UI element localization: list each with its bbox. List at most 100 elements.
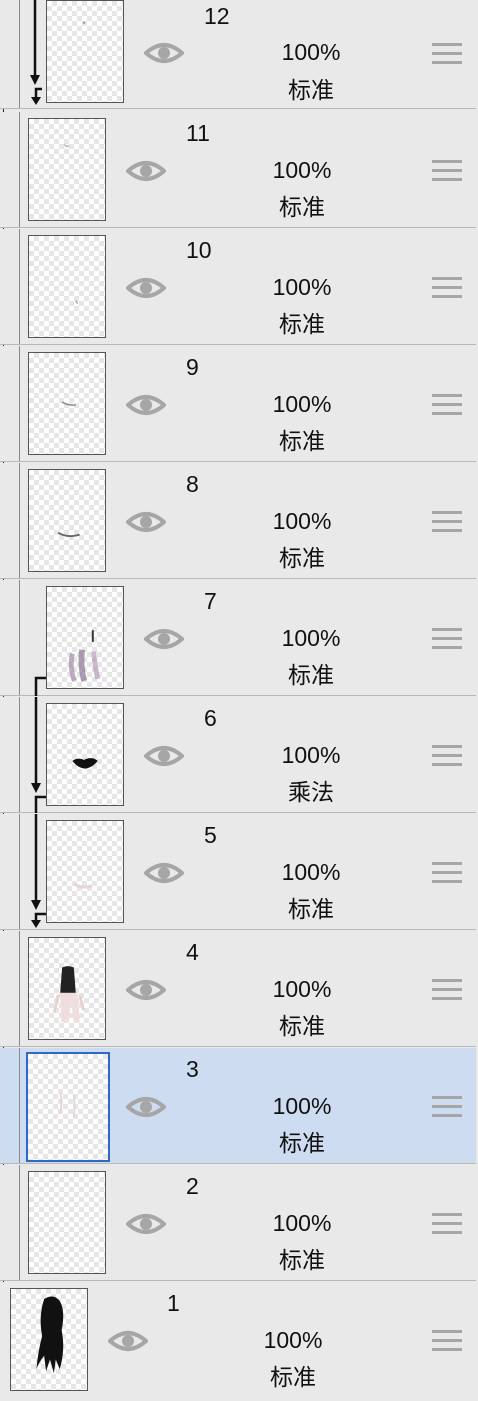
layer-thumbnail[interactable] [46, 703, 124, 806]
layer-thumbnail[interactable] [10, 1288, 88, 1391]
group-indent-line [19, 1165, 20, 1280]
drag-handle-icon[interactable] [432, 160, 462, 184]
eye-icon[interactable] [144, 743, 184, 769]
layer-opacity: 100% [272, 1093, 332, 1119]
eye-icon[interactable] [126, 1094, 166, 1120]
clipping-arrow-icon [31, 697, 46, 813]
layer-thumbnail[interactable] [46, 820, 124, 923]
layer-thumbnail[interactable] [28, 118, 106, 221]
layer-thumbnail[interactable] [28, 937, 106, 1040]
layer-blend-mode[interactable]: 标准 [247, 311, 357, 337]
layer-name: 7 [204, 588, 217, 614]
layer-name: 8 [186, 471, 199, 497]
drag-handle-icon[interactable] [432, 1330, 462, 1354]
layer-thumbnail[interactable] [26, 1052, 110, 1162]
layer-row-11[interactable]: 11 100% 标准 [0, 112, 476, 228]
eye-icon[interactable] [126, 509, 166, 535]
group-indent-line [19, 463, 20, 578]
drag-handle-icon[interactable] [432, 511, 462, 535]
layer-opacity: 100% [281, 39, 341, 65]
layer-blend-mode[interactable]: 标准 [247, 194, 357, 220]
layer-blend-mode[interactable]: 标准 [247, 1247, 357, 1273]
layer-thumbnail[interactable] [46, 0, 124, 103]
layer-row-3[interactable]: 3 100% 标准 [0, 1048, 476, 1164]
layer-blend-mode[interactable]: 标准 [256, 77, 366, 103]
layer-blend-mode[interactable]: 标准 [256, 896, 366, 922]
layer-name: 5 [204, 822, 217, 848]
group-indent-line [19, 229, 20, 344]
group-indent-line [19, 0, 20, 108]
eye-icon[interactable] [108, 1328, 148, 1354]
drag-handle-icon[interactable] [432, 1213, 462, 1237]
layer-opacity: 100% [281, 742, 341, 768]
eye-icon[interactable] [144, 626, 184, 652]
group-indent-line [19, 1048, 20, 1163]
layer-name: 4 [186, 939, 199, 965]
drag-handle-icon[interactable] [432, 394, 462, 418]
layer-opacity: 100% [272, 274, 332, 300]
drag-handle-icon[interactable] [432, 1096, 462, 1120]
layer-opacity: 100% [281, 625, 341, 651]
layer-blend-mode[interactable]: 标准 [247, 545, 357, 571]
eye-icon[interactable] [126, 977, 166, 1003]
eye-icon[interactable] [144, 860, 184, 886]
clipping-arrow-icon [31, 814, 46, 928]
clipping-arrow-icon [30, 0, 42, 105]
group-indent-line [19, 112, 20, 227]
layer-row-4[interactable]: 4 100% 标准 [0, 931, 476, 1047]
layer-thumbnail[interactable] [28, 352, 106, 455]
layer-thumbnail[interactable] [46, 586, 124, 689]
layer-name: 11 [186, 120, 210, 146]
layer-row-6[interactable]: 6 100% 乘法 [0, 697, 476, 813]
layer-row-8[interactable]: 8 100% 标准 [0, 463, 476, 579]
group-indent-line [19, 814, 20, 929]
layer-row-1[interactable]: 1 100% 标准 [0, 1282, 476, 1401]
layer-row-5[interactable]: 5 100% 标准 [0, 814, 476, 930]
layer-blend-mode[interactable]: 标准 [247, 1130, 357, 1156]
eye-icon[interactable] [144, 40, 184, 66]
group-indent-line [19, 580, 20, 695]
clipping-arrow-icon [34, 676, 46, 696]
layer-row-2[interactable]: 2 100% 标准 [0, 1165, 476, 1281]
layer-row-9[interactable]: 9 100% 标准 [0, 346, 476, 462]
layer-name: 2 [186, 1173, 199, 1199]
group-indent-line [19, 931, 20, 1046]
layer-thumbnail[interactable] [28, 469, 106, 572]
drag-handle-icon[interactable] [432, 862, 462, 886]
group-indent-line [19, 346, 20, 461]
layer-row-10[interactable]: 10 100% 标准 [0, 229, 476, 345]
layer-opacity: 100% [272, 1210, 332, 1236]
layer-blend-mode[interactable]: 标准 [247, 1013, 357, 1039]
layer-opacity: 100% [272, 508, 332, 534]
layer-row-7[interactable]: 7 100% 标准 [0, 580, 476, 696]
layer-blend-mode[interactable]: 标准 [238, 1364, 348, 1390]
drag-handle-icon[interactable] [432, 43, 462, 67]
layer-opacity: 100% [272, 976, 332, 1002]
layer-blend-mode[interactable]: 标准 [256, 662, 366, 688]
layer-name: 1 [167, 1290, 180, 1316]
drag-handle-icon[interactable] [432, 277, 462, 301]
layer-name: 12 [204, 3, 230, 29]
layer-opacity: 100% [272, 391, 332, 417]
eye-icon[interactable] [126, 275, 166, 301]
layer-row-12[interactable]: 12 100% 标准 [0, 0, 476, 109]
layer-opacity: 100% [281, 859, 341, 885]
layer-name: 9 [186, 354, 199, 380]
eye-icon[interactable] [126, 1211, 166, 1237]
drag-handle-icon[interactable] [432, 745, 462, 769]
layer-opacity: 100% [263, 1327, 323, 1353]
layers-panel: 12 100% 标准 11 100% 标准 10 100% 标准 9 100% … [0, 0, 478, 1401]
eye-icon[interactable] [126, 158, 166, 184]
drag-handle-icon[interactable] [432, 979, 462, 1003]
eye-icon[interactable] [126, 392, 166, 418]
layer-blend-mode[interactable]: 乘法 [256, 779, 366, 805]
group-indent-line [19, 697, 20, 812]
layer-name: 3 [186, 1056, 199, 1082]
layer-thumbnail[interactable] [28, 235, 106, 338]
layer-blend-mode[interactable]: 标准 [247, 428, 357, 454]
layer-thumbnail[interactable] [28, 1171, 106, 1274]
layer-name: 6 [204, 705, 217, 731]
drag-handle-icon[interactable] [432, 628, 462, 652]
layer-opacity: 100% [272, 157, 332, 183]
layer-name: 10 [186, 237, 212, 263]
